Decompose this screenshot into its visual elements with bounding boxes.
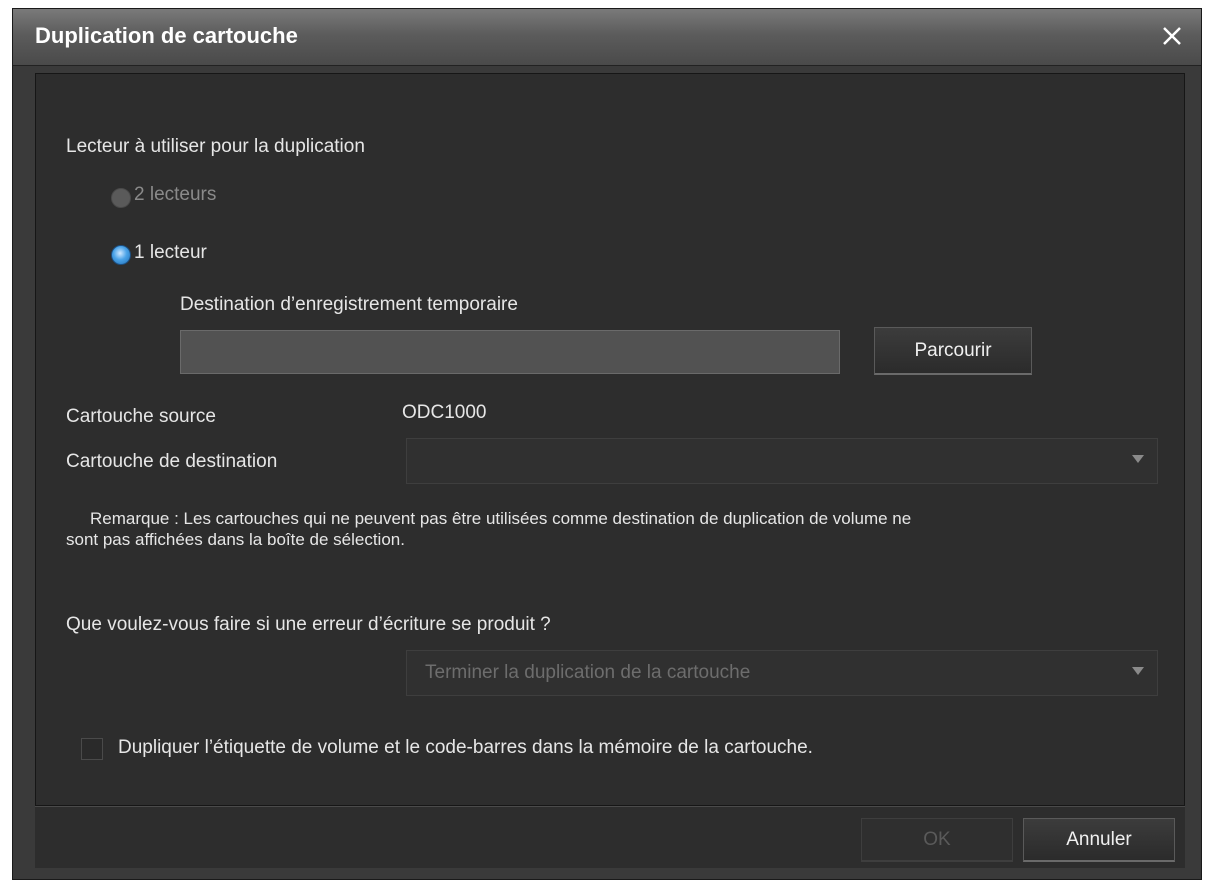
dialog-content: Lecteur à utiliser pour la duplication 2… xyxy=(35,73,1185,806)
drive-heading: Lecteur à utiliser pour la duplication xyxy=(66,136,365,157)
duplicate-label-text: Dupliquer l’étiquette de volume et le co… xyxy=(118,737,813,758)
note-line-2: sont pas affichées dans la boîte de séle… xyxy=(66,530,405,549)
chevron-down-icon xyxy=(1132,455,1144,463)
write-error-value: Terminer la duplication de la cartouche xyxy=(425,662,751,683)
chevron-down-icon xyxy=(1132,667,1144,675)
temp-destination-label: Destination d’enregistrement temporaire xyxy=(180,294,518,315)
ok-button[interactable]: OK xyxy=(861,818,1013,862)
radio-two-drives[interactable] xyxy=(111,188,131,208)
duplication-dialog: Duplication de cartouche Lecteur à utili… xyxy=(12,8,1202,880)
write-error-select: Terminer la duplication de la cartouche xyxy=(406,650,1158,696)
dialog-title: Duplication de cartouche xyxy=(35,23,298,48)
duplicate-label-checkbox[interactable] xyxy=(81,738,103,760)
temp-destination-input[interactable] xyxy=(180,330,840,374)
close-icon xyxy=(1163,27,1181,45)
source-cartridge-label: Cartouche source xyxy=(66,406,216,427)
radio-two-drives-label: 2 lecteurs xyxy=(134,184,217,205)
browse-button[interactable]: Parcourir xyxy=(874,327,1032,375)
title-bar: Duplication de cartouche xyxy=(13,9,1201,66)
dialog-footer: OK Annuler xyxy=(35,806,1185,868)
source-cartridge-value: ODC1000 xyxy=(402,402,487,423)
destination-cartridge-label: Cartouche de destination xyxy=(66,451,278,472)
radio-one-drive-label: 1 lecteur xyxy=(134,242,207,263)
close-button[interactable] xyxy=(1157,21,1187,51)
cancel-button[interactable]: Annuler xyxy=(1023,818,1175,862)
write-error-question: Que voulez-vous faire si une erreur d’éc… xyxy=(66,614,551,635)
destination-note: Remarque : Les cartouches qui ne peuvent… xyxy=(66,508,1166,550)
note-line-1: Remarque : Les cartouches qui ne peuvent… xyxy=(90,509,912,528)
destination-cartridge-select[interactable] xyxy=(406,438,1158,484)
radio-one-drive[interactable] xyxy=(111,245,131,265)
